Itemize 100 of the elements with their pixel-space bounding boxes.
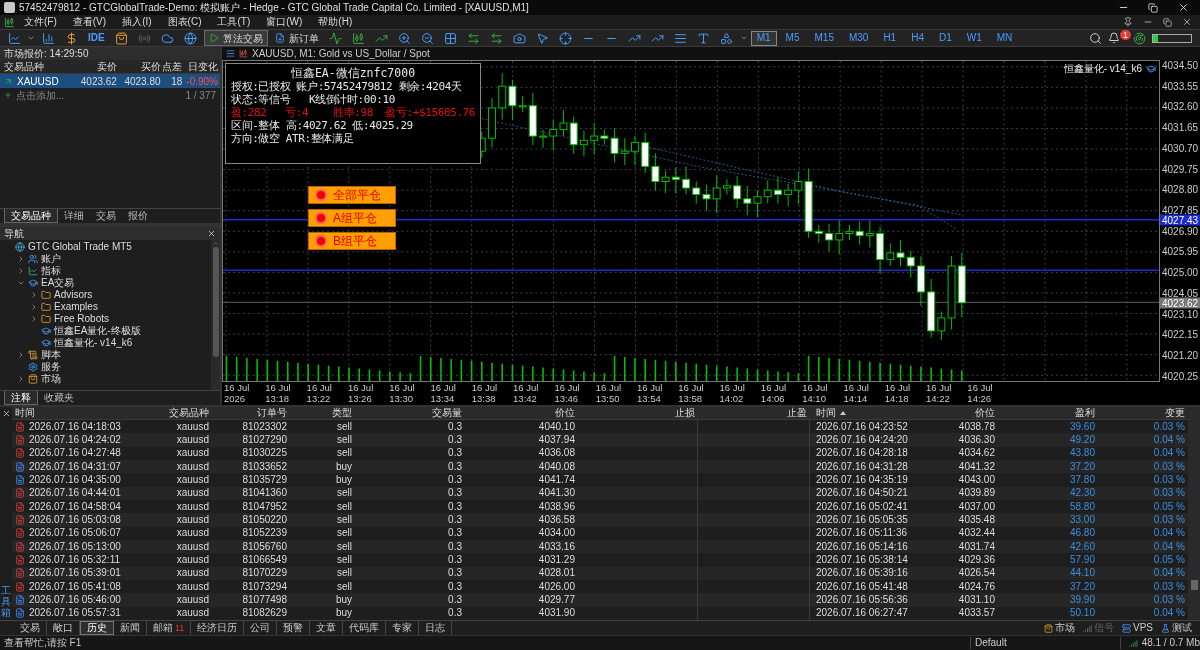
candle	[631, 135, 639, 166]
table-cell-text: 44.10	[1068, 567, 1096, 580]
panel-tab[interactable]: 详细	[58, 209, 90, 223]
restore-icon[interactable]	[1148, 2, 1158, 13]
new-order-button[interactable]: 新订单	[270, 30, 323, 46]
close-icon[interactable]	[207, 229, 216, 238]
chevron-right-icon[interactable]	[30, 291, 38, 299]
close-icon[interactable]	[1182, 17, 1192, 27]
menu-item[interactable]: 帮助(H)	[311, 16, 360, 28]
column-header[interactable]: 止损	[578, 407, 698, 419]
pin-icon[interactable]	[1123, 17, 1133, 27]
chevron-right-icon[interactable]	[30, 315, 38, 323]
menu-item[interactable]: 图表(C)	[160, 16, 209, 28]
menu-item[interactable]: 工具(T)	[210, 16, 258, 28]
timeframe-button[interactable]: W1	[960, 30, 988, 46]
panel-tab[interactable]: 注释	[4, 391, 38, 405]
column-header[interactable]: 点差	[160, 60, 183, 73]
column-header[interactable]: 买价	[116, 60, 161, 73]
timeframe-button[interactable]: MN	[990, 30, 1019, 46]
column-header[interactable]: 价位	[465, 407, 578, 419]
column-header[interactable]: 变更	[1098, 407, 1188, 419]
chevron-right-icon[interactable]	[30, 303, 38, 311]
chevron-down-icon[interactable]	[17, 279, 25, 287]
timeframe-button[interactable]: M30	[842, 30, 875, 46]
tree-item[interactable]: Advisors	[54, 289, 93, 301]
tree-item[interactable]: 市场	[41, 373, 61, 385]
signal-icon	[1083, 623, 1092, 633]
candle	[957, 252, 966, 318]
tree-item[interactable]: Examples	[54, 301, 98, 313]
menu-item[interactable]: 文件(F)	[17, 16, 64, 28]
tree-item[interactable]: EA交易	[41, 277, 75, 289]
algo-trading-button[interactable]: 算法交易	[203, 30, 268, 46]
chart-type-icon[interactable]	[239, 49, 248, 58]
close-icon[interactable]	[1, 409, 11, 418]
column-header[interactable]: 时间	[12, 407, 140, 419]
tree-item[interactable]: 服务	[41, 361, 61, 373]
menu-item[interactable]: 插入(I)	[115, 16, 159, 28]
timeframe-button[interactable]: M5	[779, 30, 806, 46]
timeframe-button[interactable]: M15	[808, 30, 840, 46]
timeframe-button[interactable]: D1	[933, 30, 958, 46]
column-header[interactable]: 价位	[940, 407, 998, 419]
timeframe-button[interactable]: H4	[905, 30, 930, 46]
column-header[interactable]: 类型	[290, 407, 355, 419]
menu-item[interactable]: 查看(V)	[65, 16, 114, 28]
tree-item[interactable]: 恒鑫量化- v14_k6	[54, 337, 133, 349]
panel-tab[interactable]: 交易品种	[4, 209, 58, 223]
table-cell-text: 81047952	[241, 500, 288, 513]
tree-item[interactable]: 脚本	[41, 349, 61, 361]
time-label: 16 Jul 14:18	[884, 382, 912, 404]
panel-tab[interactable]: 报价	[122, 209, 154, 223]
panel-tab[interactable]: 交易	[90, 209, 122, 223]
panel-tab[interactable]: 收藏夹	[38, 391, 80, 405]
column-header[interactable]: 交易品种	[140, 407, 212, 419]
document-icon	[15, 421, 25, 432]
file-plus-icon	[274, 33, 285, 43]
tree-item[interactable]: 恒鑫EA量化-终极版	[54, 325, 141, 337]
column-header[interactable]: 交易品种	[0, 60, 78, 73]
timeframe-button[interactable]: M1	[750, 30, 777, 46]
timeframe-button[interactable]: H1	[877, 30, 903, 46]
add-symbol-link[interactable]: 点击添加...	[16, 87, 65, 103]
table-cell-text: 4029.77	[537, 593, 576, 606]
column-header[interactable]: 订单号	[212, 407, 290, 419]
menu-item[interactable]: 窗口(W)	[259, 16, 310, 28]
tree-item[interactable]: 账户	[41, 253, 61, 265]
chevron-right-icon[interactable]	[17, 267, 25, 275]
column-header[interactable]: 盈利	[998, 407, 1098, 419]
table-cell-text: 43.80	[1068, 447, 1096, 460]
caret-icon[interactable]	[27, 34, 35, 42]
chevron-right-icon[interactable]	[17, 255, 25, 263]
info-line: 授权:已授权 账户:57452479812 剩余:4204天	[231, 80, 463, 93]
symbol-row[interactable]: XAUUSD 4023.62 4023.80 18 -0.90%	[0, 74, 220, 88]
caret-icon[interactable]	[739, 34, 748, 42]
restore-icon[interactable]	[1163, 17, 1172, 27]
document-icon	[15, 554, 25, 565]
tree-item[interactable]: 指标	[41, 265, 61, 277]
column-header[interactable]: 日变化	[182, 60, 220, 73]
column-header[interactable]: 止盈	[698, 407, 810, 419]
toolbox-tab[interactable]: 历史	[80, 621, 114, 635]
tree-item[interactable]: GTC Global Trade MT5	[28, 241, 132, 253]
service-link[interactable]: 测试	[1172, 622, 1192, 634]
table-cell-text: 4040.08	[537, 460, 576, 473]
chevron-right-icon[interactable]	[17, 375, 25, 383]
table-cell-text: xauusd	[175, 513, 210, 526]
service-link[interactable]: VPS	[1133, 622, 1153, 634]
column-header[interactable]: 卖价	[77, 60, 117, 73]
chart-menu-icon[interactable]	[226, 49, 235, 58]
chart-menu-icon[interactable]	[4, 16, 15, 28]
service-link[interactable]: 市场	[1055, 622, 1075, 634]
scrollbar[interactable]	[211, 240, 220, 390]
scrollbar[interactable]	[1188, 407, 1200, 620]
chevron-right-icon[interactable]	[17, 351, 25, 359]
document-icon	[15, 568, 25, 579]
column-header[interactable]: 交易量	[355, 407, 465, 419]
table-cell-text: 0.03 %	[1152, 473, 1186, 486]
close-icon[interactable]	[1177, 2, 1189, 13]
table-cell-text: xauusd	[175, 487, 210, 500]
ide-button[interactable]: IDE	[84, 32, 109, 44]
notification-icon[interactable]	[1108, 32, 1120, 44]
tree-item[interactable]: Free Robots	[54, 313, 110, 325]
column-header[interactable]: 时间	[810, 407, 940, 419]
